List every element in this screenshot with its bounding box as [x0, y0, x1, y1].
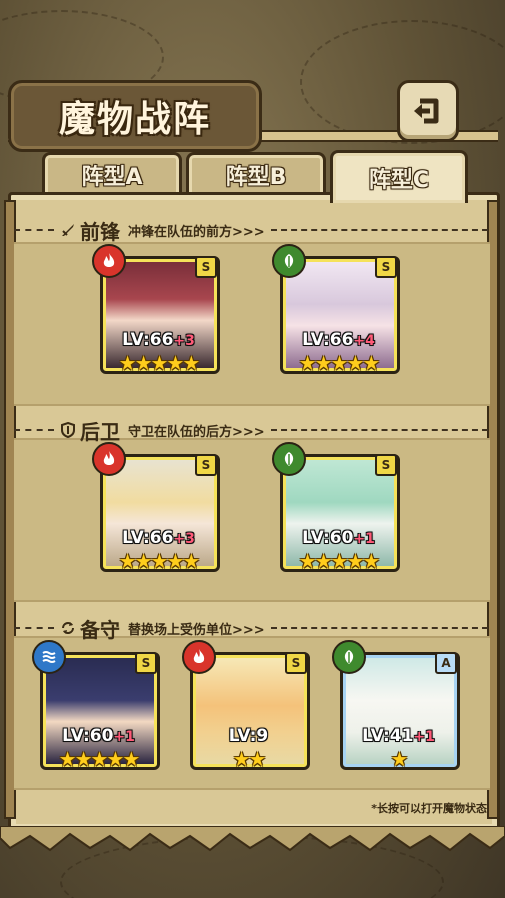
section-title: 备守 [80, 617, 120, 642]
level-label: LV:41+1 [362, 726, 435, 746]
back-row-band [14, 438, 490, 602]
monster-card[interactable]: S LV:9 ★★ [182, 640, 310, 770]
monster-card[interactable]: S LV:66+3 ★★★★★ [92, 244, 220, 374]
star-icon: ★ [166, 549, 184, 573]
star-icon: ★ [248, 747, 267, 771]
star-icon: ★ [362, 351, 380, 375]
torn-edge-decoration [0, 826, 505, 852]
leaf-element-icon [272, 244, 306, 278]
swap-icon [62, 622, 74, 634]
monster-card[interactable]: S LV:66+4 ★★★★★ [272, 244, 400, 374]
level-label: LV:9 [228, 726, 269, 746]
star-icon: ★ [330, 549, 349, 573]
rank-badge: S [195, 454, 217, 476]
star-icon: ★ [314, 549, 333, 573]
star-icon: ★ [298, 549, 317, 573]
section-description: 守卫在队伍的后方>>> [128, 424, 265, 440]
monster-card[interactable]: S LV:66+3 ★★★★★ [92, 442, 220, 572]
water-element-icon [32, 640, 66, 674]
tab-formation-c[interactable]: 阵型C [330, 150, 468, 203]
star-rating: ★★★★★ [280, 352, 397, 374]
rank-badge: S [375, 256, 397, 278]
star-icon: ★ [118, 351, 137, 375]
shield-icon [61, 422, 75, 438]
return-arrow-icon [414, 98, 439, 124]
rank-badge: A [435, 652, 457, 674]
fire-element-icon [92, 244, 126, 278]
tab-formation-b[interactable]: 阵型B [186, 152, 326, 195]
star-icon: ★ [346, 351, 364, 375]
fire-element-icon [92, 442, 126, 476]
rank-badge: S [375, 454, 397, 476]
section-description: 替换场上受伤单位>>> [128, 622, 265, 638]
level-label: LV:60+1 [62, 726, 135, 746]
star-icon: ★ [150, 549, 169, 573]
star-icon: ★ [106, 747, 124, 771]
section-header-front: 前锋 冲锋在队伍的前方>>> [8, 214, 494, 246]
star-icon: ★ [182, 351, 200, 375]
rank-badge: S [195, 256, 217, 278]
star-icon: ★ [134, 549, 153, 573]
star-icon: ★ [166, 351, 184, 375]
hint-text: *长按可以打开魔物状态 [371, 802, 487, 815]
tab-formation-a[interactable]: 阵型A [42, 152, 182, 195]
fire-element-icon [182, 640, 216, 674]
star-rating: ★★★★★ [100, 352, 217, 374]
star-icon: ★ [90, 747, 109, 771]
monster-card[interactable]: A LV:41+1 ★ [332, 640, 460, 770]
back-button[interactable] [397, 80, 459, 142]
section-title: 前锋 [80, 219, 120, 244]
monster-card[interactable]: S LV:60+1 ★★★★★ [32, 640, 160, 770]
star-rating: ★ [340, 748, 457, 770]
star-icon: ★ [134, 351, 153, 375]
star-icon: ★ [346, 549, 364, 573]
star-icon: ★ [118, 549, 137, 573]
sword-icon [62, 224, 74, 236]
monster-card[interactable]: S LV:60+1 ★★★★★ [272, 442, 400, 572]
title-banner: 魔物战阵 [8, 80, 262, 152]
level-label: LV:66+4 [302, 330, 375, 350]
star-icon: ★ [298, 351, 317, 375]
front-row-band [14, 242, 490, 406]
section-description: 冲锋在队伍的前方>>> [128, 224, 265, 240]
level-label: LV:66+3 [122, 528, 195, 548]
rank-badge: S [285, 652, 307, 674]
section-header-back: 后卫 守卫在队伍的后方>>> [8, 414, 494, 446]
star-icon: ★ [58, 747, 77, 771]
star-icon: ★ [362, 549, 380, 573]
section-title: 后卫 [80, 419, 120, 444]
leaf-element-icon [272, 442, 306, 476]
page-title: 魔物战阵 [58, 98, 211, 140]
level-label: LV:66+3 [122, 330, 195, 350]
star-icon: ★ [182, 549, 200, 573]
star-rating: ★★★★★ [280, 550, 397, 572]
star-icon: ★ [150, 351, 169, 375]
star-rating: ★★★★★ [40, 748, 157, 770]
star-icon: ★ [74, 747, 93, 771]
star-icon: ★ [314, 351, 333, 375]
star-icon: ★ [390, 747, 409, 771]
leaf-element-icon [332, 640, 366, 674]
star-rating: ★★★★★ [100, 550, 217, 572]
star-icon: ★ [122, 747, 140, 771]
game-screen: 魔物战阵 阵型A 阵型B 阵型C 前锋 冲锋在队伍的前方>>> 后卫 守卫在队伍… [0, 0, 505, 898]
rank-badge: S [135, 652, 157, 674]
section-header-reserve: 备守 替换场上受伤单位>>> [8, 612, 494, 644]
level-label: LV:60+1 [302, 528, 375, 548]
star-icon: ★ [330, 351, 349, 375]
star-rating: ★★ [190, 748, 307, 770]
star-icon: ★ [232, 747, 251, 771]
